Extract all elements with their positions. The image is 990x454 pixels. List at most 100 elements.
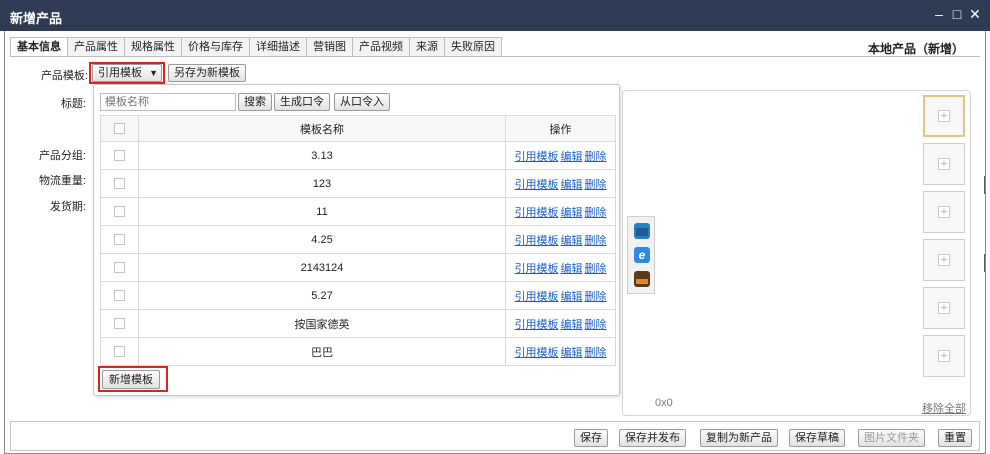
folder-icon[interactable]	[634, 223, 650, 239]
row-checkbox[interactable]	[114, 234, 125, 246]
row-checkbox[interactable]	[114, 178, 125, 190]
plus-icon: +	[938, 350, 950, 362]
save-as-template-button[interactable]: 另存为新模板	[168, 64, 246, 82]
select-all-checkbox[interactable]	[114, 123, 125, 135]
edge-marker	[984, 254, 985, 272]
delete-link[interactable]: 删除	[585, 235, 607, 247]
use-template-dropdown[interactable]: 引用模板 ▼	[92, 64, 162, 82]
tab-source[interactable]: 来源	[410, 37, 445, 57]
tab-basic-info[interactable]: 基本信息	[10, 37, 68, 57]
search-button[interactable]: 搜索	[238, 93, 272, 111]
image-slot-6[interactable]: +	[923, 335, 965, 377]
edit-link[interactable]: 编辑	[561, 235, 583, 247]
table-row: 5.27 引用模板 编辑 删除	[100, 281, 616, 310]
import-code-button[interactable]: 从口令入	[334, 93, 390, 111]
template-name-cell: 按国家德英	[138, 309, 506, 338]
window-title: 新增产品	[10, 11, 63, 26]
save-button[interactable]: 保存	[574, 429, 608, 447]
image-panel	[622, 90, 971, 416]
edit-link[interactable]: 编辑	[561, 291, 583, 303]
page-status-title: 本地产品（新增）	[867, 42, 964, 56]
weight-label: 物流重量:	[38, 175, 86, 187]
template-name-cell: 11	[138, 197, 506, 226]
edit-link[interactable]: 编辑	[561, 319, 583, 331]
template-name-cell: 2143124	[138, 253, 506, 282]
ship-period-label: 发货期:	[49, 201, 86, 213]
delete-link[interactable]: 删除	[585, 151, 607, 163]
use-template-link[interactable]: 引用模板	[515, 263, 559, 275]
save-and-publish-button[interactable]: 保存并发布	[619, 429, 686, 447]
edit-link[interactable]: 编辑	[561, 263, 583, 275]
row-checkbox[interactable]	[114, 346, 125, 358]
table-header-row: 模板名称 操作	[100, 115, 616, 142]
image-source-toolbar: e	[627, 216, 655, 294]
template-name-cell: 巴巴	[138, 337, 506, 366]
image-slot-5[interactable]: +	[923, 287, 965, 329]
copy-as-new-button[interactable]: 复制为新产品	[700, 429, 778, 447]
image-slot-4[interactable]: +	[923, 239, 965, 281]
edge-marker	[984, 176, 985, 194]
maximize-button[interactable]: □	[948, 4, 966, 24]
minimize-button[interactable]: –	[930, 4, 948, 24]
reset-button[interactable]: 重置	[938, 429, 972, 447]
close-button[interactable]: ✕	[966, 4, 984, 24]
delete-link[interactable]: 删除	[585, 291, 607, 303]
row-checkbox[interactable]	[114, 206, 125, 218]
photo-icon[interactable]	[634, 271, 650, 287]
tab-failure-reason[interactable]: 失败原因	[445, 37, 502, 57]
row-checkbox[interactable]	[114, 318, 125, 330]
image-folder-button[interactable]: 图片文件夹	[858, 429, 925, 447]
template-name-cell: 123	[138, 169, 506, 198]
tab-spec-attributes[interactable]: 规格属性	[125, 37, 182, 57]
template-name-cell: 5.27	[138, 281, 506, 310]
delete-link[interactable]: 删除	[585, 263, 607, 275]
delete-link[interactable]: 删除	[585, 347, 607, 359]
delete-link[interactable]: 删除	[585, 207, 607, 219]
image-slot-3[interactable]: +	[923, 191, 965, 233]
plus-icon: +	[938, 302, 950, 314]
edit-link[interactable]: 编辑	[561, 207, 583, 219]
use-template-link[interactable]: 引用模板	[515, 207, 559, 219]
title-label: 标题:	[60, 98, 86, 110]
use-template-link[interactable]: 引用模板	[515, 235, 559, 247]
row-checkbox[interactable]	[114, 150, 125, 162]
use-template-link[interactable]: 引用模板	[515, 291, 559, 303]
tab-price-stock[interactable]: 价格与库存	[182, 37, 250, 57]
plus-icon: +	[938, 110, 950, 122]
save-draft-button[interactable]: 保存草稿	[789, 429, 845, 447]
tab-product-attributes[interactable]: 产品属性	[68, 37, 125, 57]
template-table: 模板名称 操作 3.13 引用模板 编辑 删除 123 引用模板 编辑 删除 11 引用…	[100, 115, 616, 366]
tab-marketing-images[interactable]: 营销图	[307, 37, 353, 57]
table-row: 2143124 引用模板 编辑 删除	[100, 253, 616, 282]
caret-down-icon: ▼	[149, 68, 158, 78]
template-name-cell: 3.13	[138, 141, 506, 170]
plus-icon: +	[938, 254, 950, 266]
image-slot-2[interactable]: +	[923, 143, 965, 185]
delete-link[interactable]: 删除	[585, 179, 607, 191]
template-label: 产品模板:	[40, 70, 88, 82]
plus-icon: +	[938, 206, 950, 218]
tab-product-video[interactable]: 产品视频	[353, 37, 410, 57]
ie-browser-icon[interactable]: e	[634, 247, 650, 263]
use-template-link[interactable]: 引用模板	[515, 151, 559, 163]
row-checkbox[interactable]	[114, 290, 125, 302]
image-slot-1[interactable]: +	[923, 95, 965, 137]
use-template-link[interactable]: 引用模板	[515, 347, 559, 359]
new-template-button[interactable]: 新增模板	[102, 370, 160, 389]
delete-link[interactable]: 删除	[585, 319, 607, 331]
use-template-link[interactable]: 引用模板	[515, 179, 559, 191]
table-row: 按国家德英 引用模板 编辑 删除	[100, 309, 616, 338]
template-search-input[interactable]	[100, 93, 236, 111]
select-all-cell	[100, 115, 139, 142]
use-template-link[interactable]: 引用模板	[515, 319, 559, 331]
row-checkbox[interactable]	[114, 262, 125, 274]
edit-link[interactable]: 编辑	[561, 151, 583, 163]
plus-icon: +	[938, 158, 950, 170]
edit-link[interactable]: 编辑	[561, 347, 583, 359]
edit-link[interactable]: 编辑	[561, 179, 583, 191]
generate-code-button[interactable]: 生成口令	[274, 93, 330, 111]
table-row: 3.13 引用模板 编辑 删除	[100, 141, 616, 170]
template-name-cell: 4.25	[138, 225, 506, 254]
tab-description[interactable]: 详细描述	[250, 37, 307, 57]
remove-all-link[interactable]: 移除全部	[922, 400, 966, 416]
